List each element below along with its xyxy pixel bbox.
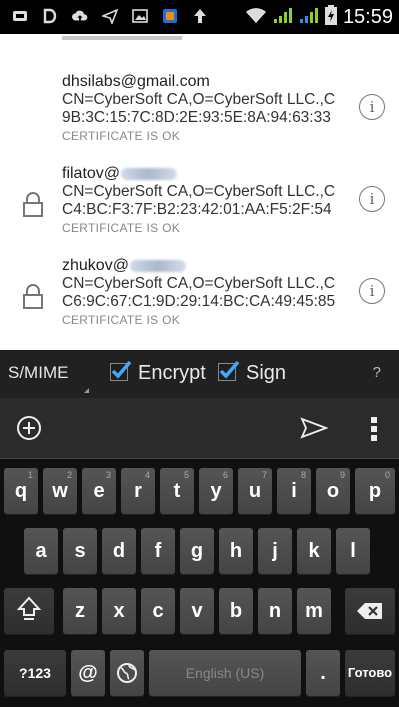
status-bar: 15:59 — [0, 0, 399, 34]
certificate-details: filatov@ CN=CyberSoft CA,O=CyberSoft LLC… — [62, 164, 358, 235]
encrypt-label[interactable]: Encrypt — [138, 362, 206, 385]
signal-icon — [273, 6, 293, 29]
lock-icon — [22, 192, 44, 223]
done-key[interactable]: Готово — [345, 650, 395, 696]
key-m[interactable]: m — [297, 588, 331, 634]
certificate-status: CERTIFICATE IS OK — [62, 221, 181, 235]
system-status-icons: 15:59 — [245, 5, 393, 30]
key-q[interactable]: q1 — [4, 468, 38, 514]
key-c[interactable]: c — [141, 588, 175, 634]
d-letter-icon — [42, 7, 58, 25]
sign-checkbox[interactable] — [218, 360, 240, 381]
info-icon[interactable]: i — [359, 278, 385, 304]
app-icon — [162, 7, 178, 25]
certificate-status: CERTIFICATE IS OK — [62, 129, 181, 143]
symbols-key[interactable]: ?123 — [4, 650, 66, 696]
certificate-email: filatov@ — [62, 164, 358, 183]
usb-icon — [12, 7, 28, 25]
certificate-issuer: CN=CyberSoft CA,O=CyberSoft LLC.,C — [62, 183, 336, 200]
arrow-up-icon — [192, 7, 208, 25]
language-key[interactable] — [110, 650, 144, 696]
wifi-icon — [245, 6, 267, 29]
key-o[interactable]: o9 — [316, 468, 350, 514]
key-j[interactable]: j — [258, 528, 292, 574]
smime-toolbar: S/MIME Encrypt Sign ? — [0, 350, 399, 398]
certificate-details: dhsilabs@gmail.com CN=CyberSoft CA,O=Cyb… — [62, 72, 358, 143]
key-i[interactable]: i8 — [277, 468, 311, 514]
scrolled-header-fragment — [62, 36, 182, 40]
redacted-domain — [121, 167, 178, 180]
backspace-key[interactable] — [345, 588, 395, 634]
key-r[interactable]: r4 — [121, 468, 155, 514]
dropdown-corner-icon — [84, 388, 89, 393]
key-v[interactable]: v — [180, 588, 214, 634]
key-w[interactable]: w2 — [43, 468, 77, 514]
image-icon — [132, 7, 148, 25]
help-button[interactable]: ? — [373, 364, 381, 381]
period-key[interactable]: . — [306, 650, 340, 696]
certificate-issuer: CN=CyberSoft CA,O=CyberSoft LLC.,C — [62, 91, 336, 108]
key-k[interactable]: k — [297, 528, 331, 574]
key-l[interactable]: l — [336, 528, 370, 574]
key-u[interactable]: u7 — [238, 468, 272, 514]
key-d[interactable]: d — [102, 528, 136, 574]
cloud-upload-icon — [72, 7, 88, 25]
signal-icon — [299, 6, 319, 29]
globe-icon — [116, 663, 138, 689]
certificate-details: zhukov@ CN=CyberSoft CA,O=CyberSoft LLC.… — [62, 256, 358, 327]
key-a[interactable]: a — [24, 528, 58, 574]
certificate-issuer: CN=CyberSoft CA,O=CyberSoft LLC.,C — [62, 275, 336, 292]
shift-key[interactable] — [4, 588, 54, 634]
keyboard: q1 w2 e3 r4 t5 y6 u7 i8 o9 p0 a s d f g … — [0, 398, 399, 707]
shift-icon — [16, 596, 42, 627]
key-y[interactable]: y6 — [199, 468, 233, 514]
lock-icon — [22, 284, 44, 315]
sign-label[interactable]: Sign — [246, 362, 286, 385]
redacted-domain — [129, 259, 186, 272]
info-icon[interactable]: i — [359, 186, 385, 212]
smime-mode-dropdown[interactable]: S/MIME — [8, 363, 68, 383]
key-f[interactable]: f — [141, 528, 175, 574]
key-t[interactable]: t5 — [160, 468, 194, 514]
key-b[interactable]: b — [219, 588, 253, 634]
send-icon — [102, 7, 118, 25]
certificate-item[interactable]: dhsilabs@gmail.com CN=CyberSoft CA,O=Cyb… — [0, 72, 399, 152]
certificate-list[interactable]: dhsilabs@gmail.com CN=CyberSoft CA,O=Cyb… — [0, 34, 399, 350]
at-key[interactable]: @ — [71, 650, 105, 696]
key-z[interactable]: z — [63, 588, 97, 634]
certificate-item[interactable]: zhukov@ CN=CyberSoft CA,O=CyberSoft LLC.… — [0, 256, 399, 336]
battery-icon — [324, 5, 337, 30]
key-g[interactable]: g — [180, 528, 214, 574]
keyboard-toolbar — [0, 398, 399, 459]
key-s[interactable]: s — [63, 528, 97, 574]
certificate-fingerprint: C4:BC:F3:7F:B2:23:42:01:AA:F5:2F:54 — [62, 201, 332, 218]
clock: 15:59 — [342, 6, 393, 28]
add-attachment-icon[interactable] — [16, 415, 42, 446]
certificate-email: zhukov@ — [62, 256, 358, 275]
space-key[interactable]: English (US) — [149, 650, 301, 696]
backspace-icon — [356, 603, 384, 626]
certificate-fingerprint: C6:9C:67:C1:9D:29:14:BC:CA:49:45:85 — [62, 293, 336, 310]
certificate-email: dhsilabs@gmail.com — [62, 73, 210, 90]
certificate-status: CERTIFICATE IS OK — [62, 313, 181, 327]
notification-icons — [12, 7, 208, 25]
key-p[interactable]: p0 — [355, 468, 395, 514]
key-e[interactable]: e3 — [82, 468, 116, 514]
key-x[interactable]: x — [102, 588, 136, 634]
certificate-item[interactable]: filatov@ CN=CyberSoft CA,O=CyberSoft LLC… — [0, 164, 399, 244]
certificate-fingerprint: 9B:3C:15:7C:8D:2E:93:5E:8A:94:63:33 — [62, 109, 331, 126]
key-h[interactable]: h — [219, 528, 253, 574]
key-n[interactable]: n — [258, 588, 292, 634]
more-options-icon[interactable] — [370, 416, 378, 447]
info-icon[interactable]: i — [359, 94, 385, 120]
send-icon[interactable] — [300, 417, 329, 444]
encrypt-checkbox[interactable] — [110, 360, 132, 381]
